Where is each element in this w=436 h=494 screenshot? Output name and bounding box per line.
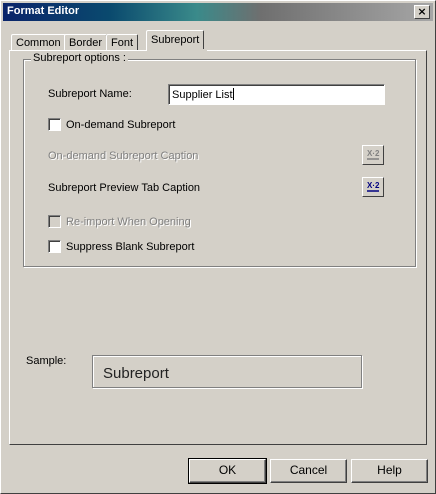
subreport-name-input[interactable]: Supplier List	[168, 84, 385, 105]
subreport-name-label: Subreport Name:	[48, 88, 132, 100]
sample-preview: Subreport	[92, 355, 362, 388]
caption-formula-button: X·2	[362, 145, 384, 165]
group-legend: Subreport options :	[31, 52, 128, 64]
close-button[interactable]: ×	[414, 5, 430, 19]
sample-label: Sample:	[26, 355, 67, 367]
active-tab-joint	[148, 49, 207, 52]
tab-subreport[interactable]: Subreport	[146, 30, 205, 51]
title-bar[interactable]: Format Editor ×	[3, 3, 433, 21]
reimport-checkbox	[48, 215, 61, 228]
on-demand-caption-label: On-demand Subreport Caption	[48, 150, 199, 162]
formula-x2-icon: X·2	[367, 149, 380, 160]
preview-tab-caption-label: Subreport Preview Tab Caption	[48, 182, 201, 194]
tab-font[interactable]: Font	[106, 34, 139, 51]
on-demand-checkbox[interactable]	[48, 118, 61, 131]
tab-border[interactable]: Border	[64, 34, 108, 51]
formula-x2-icon: X·2	[367, 181, 380, 192]
svg-text:X·2: X·2	[367, 149, 380, 158]
subreport-name-value: Supplier List	[172, 89, 233, 101]
reimport-label: Re-import When Opening	[66, 216, 191, 228]
ok-button[interactable]: OK	[188, 458, 267, 484]
preview-caption-formula-button[interactable]: X·2	[362, 177, 384, 197]
suppress-blank-label: Suppress Blank Subreport	[66, 241, 195, 253]
text-caret	[232, 88, 234, 100]
cancel-button[interactable]: Cancel	[270, 459, 347, 483]
suppress-blank-checkbox[interactable]	[48, 240, 61, 253]
window-title: Format Editor	[7, 5, 80, 17]
svg-text:X·2: X·2	[367, 181, 380, 190]
help-button[interactable]: Help	[351, 459, 428, 483]
on-demand-label: On-demand Subreport	[66, 119, 176, 131]
tab-common[interactable]: Common	[11, 34, 66, 51]
